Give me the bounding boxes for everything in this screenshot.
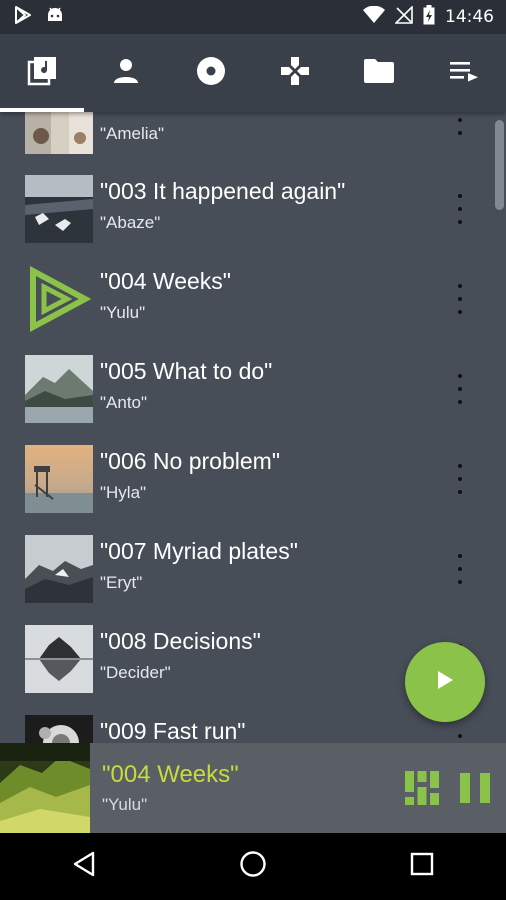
- list-item[interactable]: "005 What to do" "Anto": [0, 344, 490, 434]
- album-art-default-icon: [25, 265, 93, 333]
- navigation-bar: [0, 833, 506, 900]
- folder-icon: [363, 58, 395, 89]
- album-art: [25, 175, 93, 243]
- list-item[interactable]: "003 It happened again" "Abaze": [0, 164, 490, 254]
- list-item[interactable]: "007 Myriad plates" "Eryt": [0, 524, 490, 614]
- list-item[interactable]: "004 Weeks" "Yulu": [0, 254, 490, 344]
- more-options-icon[interactable]: [450, 194, 470, 224]
- status-bar: 14:46: [0, 0, 506, 34]
- track-title: "003 It happened again": [100, 178, 346, 204]
- now-playing-album-art[interactable]: [0, 743, 90, 833]
- tab-playlists[interactable]: [422, 34, 506, 112]
- recents-square-icon: [410, 852, 434, 881]
- more-options-icon[interactable]: [450, 284, 470, 314]
- play-fab-button[interactable]: [405, 642, 485, 722]
- album-art: [25, 355, 93, 423]
- album-art: [25, 715, 93, 743]
- playlist-icon: [449, 60, 479, 87]
- list-item[interactable]: "Amelia": [0, 112, 490, 165]
- pause-button[interactable]: [460, 773, 490, 803]
- tab-folders[interactable]: [337, 34, 421, 112]
- album-art: [25, 112, 93, 154]
- list-item[interactable]: "006 No problem" "Hyla": [0, 434, 490, 524]
- disc-icon: [196, 56, 226, 91]
- more-options-icon[interactable]: [450, 554, 470, 584]
- track-title: "009 Fast run": [100, 718, 246, 743]
- track-artist: "Hyla": [100, 483, 147, 502]
- track-title: "006 No problem": [100, 448, 280, 474]
- no-signal-icon: [394, 4, 413, 29]
- tab-bar: [0, 34, 506, 112]
- album-art: [25, 445, 93, 513]
- track-title: "008 Decisions": [100, 628, 261, 654]
- now-playing-artist: "Yulu": [102, 795, 148, 814]
- battery-charging-icon: [423, 4, 435, 30]
- album-art: [25, 535, 93, 603]
- track-title: "005 What to do": [100, 358, 273, 384]
- music-library-icon: [27, 56, 57, 91]
- track-artist: "Anto": [100, 393, 148, 412]
- wifi-icon: [363, 5, 385, 29]
- track-artist: "Abaze": [100, 213, 161, 232]
- more-options-icon[interactable]: [450, 374, 470, 404]
- tab-tracks[interactable]: [0, 34, 85, 112]
- more-options-icon[interactable]: [450, 112, 470, 135]
- track-artist: "Yulu": [100, 303, 146, 322]
- track-title: "004 Weeks": [100, 268, 231, 294]
- back-button[interactable]: [54, 842, 114, 892]
- track-title: "007 Myriad plates": [100, 538, 298, 564]
- tab-genres[interactable]: [253, 34, 337, 112]
- recents-button[interactable]: [392, 842, 452, 892]
- person-icon: [113, 58, 139, 89]
- now-playing-title: "004 Weeks": [102, 761, 239, 788]
- track-artist: "Amelia": [100, 124, 165, 143]
- tab-artists[interactable]: [84, 34, 168, 112]
- back-triangle-icon: [72, 851, 96, 882]
- gamepad-icon: [280, 56, 310, 91]
- track-artist: "Decider": [100, 663, 171, 682]
- tab-albums[interactable]: [169, 34, 253, 112]
- scrollbar[interactable]: [495, 120, 504, 210]
- more-options-icon[interactable]: [450, 464, 470, 494]
- equalizer-icon[interactable]: [404, 770, 440, 806]
- play-icon: [436, 670, 454, 695]
- home-button[interactable]: [223, 842, 283, 892]
- play-store-notification-icon: [14, 5, 32, 29]
- home-circle-icon: [239, 850, 267, 883]
- album-art: [25, 625, 93, 693]
- more-options-icon[interactable]: [450, 734, 470, 743]
- android-notification-icon: [46, 6, 64, 29]
- track-artist: "Eryt": [100, 573, 143, 592]
- clock: 14:46: [445, 7, 494, 27]
- now-playing-bar[interactable]: "004 Weeks" "Yulu": [0, 743, 506, 833]
